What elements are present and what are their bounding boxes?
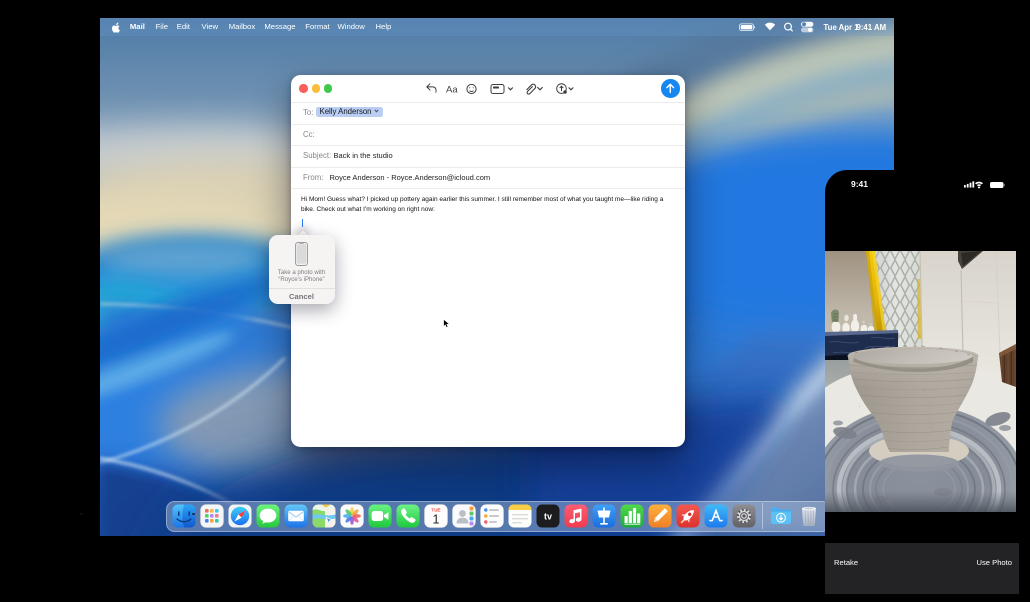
svg-text:1: 1 <box>432 513 439 527</box>
svg-text:Tue Apr 1: Tue Apr 1 <box>824 23 860 32</box>
svg-text:tv: tv <box>543 512 551 522</box>
svg-text:9:41 AM: 9:41 AM <box>857 23 887 32</box>
svg-text:Aa: Aa <box>446 84 458 95</box>
